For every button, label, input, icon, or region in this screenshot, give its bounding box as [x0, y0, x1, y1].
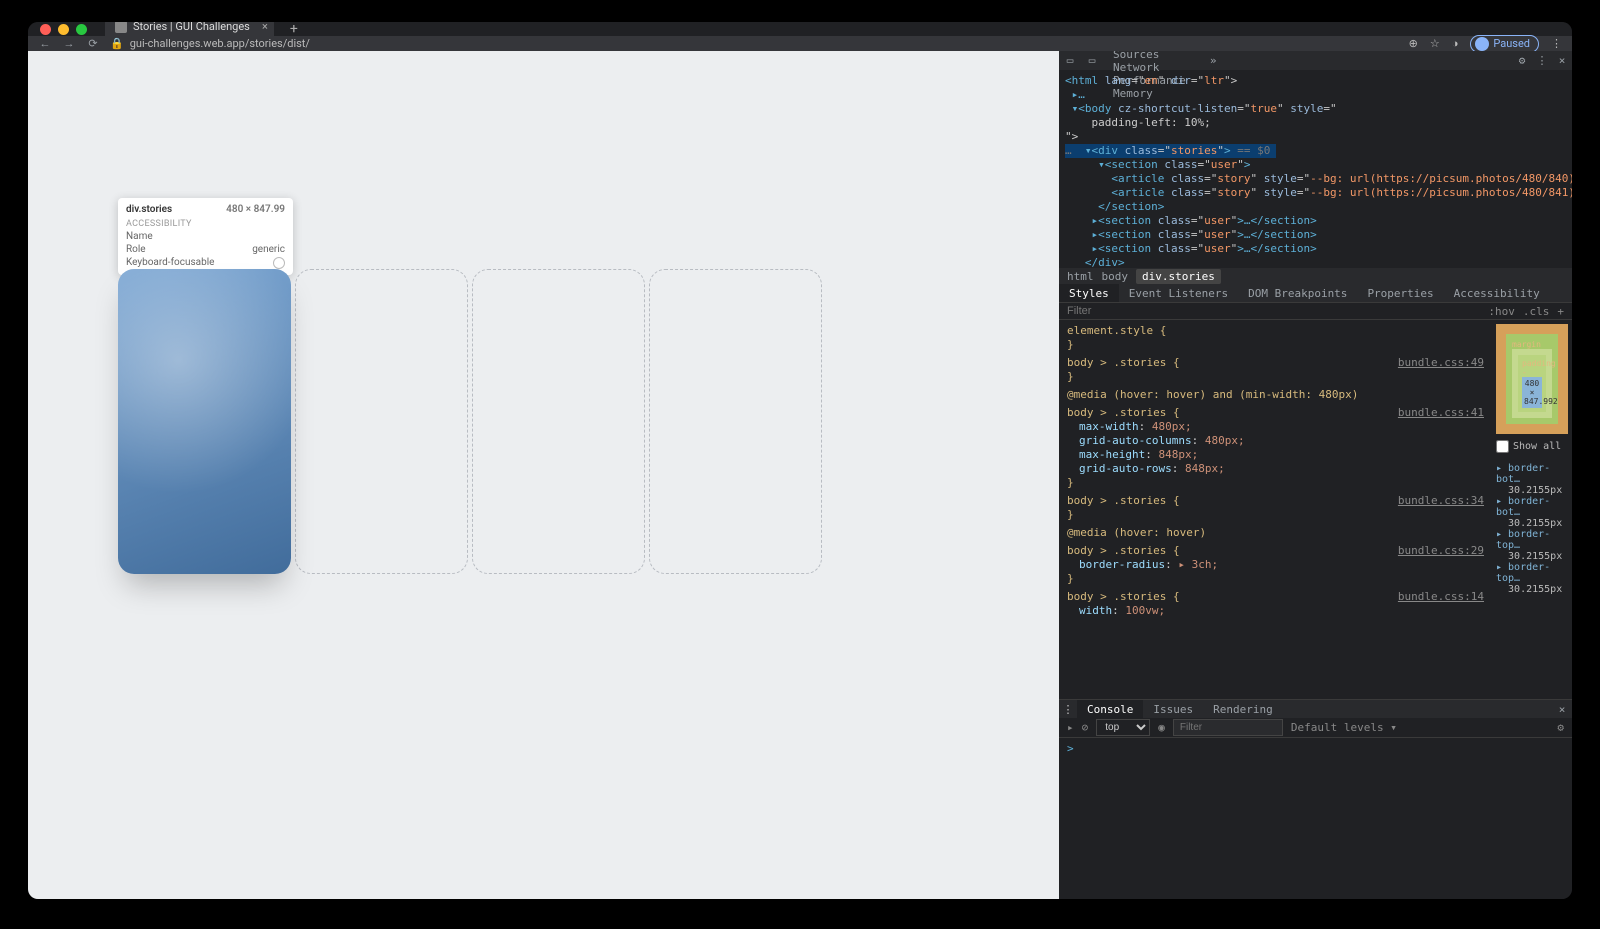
kebab-icon[interactable]: ⋮: [1532, 54, 1552, 67]
devtools-tabbar: ▭ ▭ ElementsConsoleSourcesNetworkPerform…: [1059, 51, 1572, 70]
styles-tab-accessibility[interactable]: Accessibility: [1444, 284, 1550, 302]
tooltip-section: ACCESSIBILITY: [126, 219, 285, 229]
menu-icon[interactable]: ⋮: [1551, 37, 1562, 50]
log-levels[interactable]: Default levels ▾: [1291, 721, 1397, 734]
styles-tabbar: StylesEvent ListenersDOM BreakpointsProp…: [1059, 284, 1572, 302]
minimize-window-icon[interactable]: [58, 24, 69, 35]
clear-console-icon[interactable]: ⊘: [1082, 721, 1089, 734]
close-tab-icon[interactable]: ×: [262, 22, 268, 33]
toolbar: ← → ⟳ 🔒 gui-challenges.web.app/stories/d…: [28, 36, 1572, 51]
crumb-selected[interactable]: div.stories: [1136, 269, 1221, 284]
browser-window: Stories | GUI Challenges × + ← → ⟳ 🔒 gui…: [28, 22, 1572, 899]
tab-strip: Stories | GUI Challenges × +: [28, 22, 1572, 36]
element-tooltip: div.stories 480 × 847.99 ACCESSIBILITY N…: [118, 198, 293, 275]
device-toolbar-icon[interactable]: ▭: [1081, 54, 1103, 67]
styles-tab-event-listeners[interactable]: Event Listeners: [1119, 284, 1238, 302]
breadcrumb[interactable]: html body div.stories: [1059, 268, 1572, 284]
drawer-tab-rendering[interactable]: Rendering: [1203, 700, 1283, 718]
tooltip-kf-label: Keyboard-focusable: [126, 257, 214, 269]
window-controls: [40, 24, 87, 35]
tab-title: Stories | GUI Challenges: [133, 22, 250, 33]
back-button[interactable]: ←: [38, 37, 52, 50]
hov-toggle[interactable]: :hov: [1488, 305, 1515, 318]
add-rule-icon[interactable]: +: [1557, 305, 1564, 318]
devtools-tab-sources[interactable]: Sources: [1103, 51, 1196, 61]
styles-filter-input[interactable]: [1067, 305, 1480, 317]
story-card[interactable]: [472, 269, 645, 574]
forward-button[interactable]: →: [62, 37, 76, 50]
close-devtools-icon[interactable]: ×: [1552, 54, 1572, 67]
cls-toggle[interactable]: .cls: [1523, 305, 1550, 318]
console-settings-icon[interactable]: ⚙: [1557, 721, 1564, 734]
drawer-tab-console[interactable]: Console: [1077, 700, 1143, 718]
story-card-highlighted[interactable]: [118, 269, 291, 574]
favicon-icon: [115, 22, 127, 33]
extension-icon[interactable]: ◑: [1452, 37, 1459, 50]
story-card[interactable]: [649, 269, 822, 574]
close-drawer-icon[interactable]: ×: [1552, 703, 1572, 716]
new-tab-button[interactable]: +: [290, 22, 298, 37]
sidebar-toggle-icon[interactable]: ▸: [1067, 721, 1074, 734]
reload-button[interactable]: ⟳: [86, 37, 100, 50]
maximize-window-icon[interactable]: [76, 24, 87, 35]
search-icon[interactable]: ⊕: [1409, 37, 1418, 50]
computed-pane: margin padding - 480 × 847.992 Show all …: [1492, 320, 1572, 699]
lock-icon: 🔒: [110, 37, 124, 50]
styles-tab-styles[interactable]: Styles: [1059, 284, 1119, 302]
styles-tab-dom-breakpoints[interactable]: DOM Breakpoints: [1238, 284, 1357, 302]
crumb[interactable]: html: [1067, 270, 1094, 283]
drawer-tab-issues[interactable]: Issues: [1143, 700, 1203, 718]
eye-icon[interactable]: ◉: [1158, 721, 1165, 734]
more-tabs-icon[interactable]: »: [1200, 51, 1227, 70]
inspect-element-icon[interactable]: ▭: [1059, 54, 1081, 67]
console-drawer: ⋮ ConsoleIssuesRendering × ▸ ⊘ top ◉ Defa…: [1059, 699, 1572, 899]
page-viewport: div.stories 480 × 847.99 ACCESSIBILITY N…: [28, 51, 1059, 899]
console-filter-input[interactable]: [1173, 719, 1283, 736]
drawer-menu-icon[interactable]: ⋮: [1059, 703, 1077, 716]
tooltip-dims: 480 × 847.99: [226, 204, 285, 215]
style-rules[interactable]: element.style {}bundle.css:49body > .sto…: [1059, 320, 1492, 699]
url-text: gui-challenges.web.app/stories/dist/: [130, 37, 310, 50]
browser-tab[interactable]: Stories | GUI Challenges ×: [105, 22, 274, 36]
devtools-panel: ▭ ▭ ElementsConsoleSourcesNetworkPerform…: [1059, 51, 1572, 899]
context-select[interactable]: top: [1096, 719, 1150, 736]
settings-icon[interactable]: ⚙: [1512, 54, 1532, 67]
profile-chip[interactable]: Paused: [1470, 35, 1539, 53]
show-all-toggle[interactable]: Show all: [1496, 440, 1568, 453]
box-model[interactable]: margin padding - 480 × 847.992: [1496, 324, 1568, 434]
tooltip-kf-badge: [273, 257, 285, 269]
console-toolbar: ▸ ⊘ top ◉ Default levels ▾ ⚙: [1059, 718, 1572, 738]
bookmark-icon[interactable]: ☆: [1430, 37, 1440, 50]
stories-container: [118, 269, 822, 574]
elements-tree[interactable]: <html lang="en" dir="ltr"> ▸… ▾<body cz-…: [1059, 70, 1572, 268]
show-all-checkbox[interactable]: [1496, 440, 1509, 453]
story-card[interactable]: [295, 269, 468, 574]
address-bar[interactable]: 🔒 gui-challenges.web.app/stories/dist/: [110, 37, 1399, 50]
profile-label: Paused: [1493, 37, 1530, 50]
crumb[interactable]: body: [1102, 270, 1129, 283]
drawer-tabbar: ⋮ ConsoleIssuesRendering ×: [1059, 700, 1572, 718]
console-body[interactable]: >: [1059, 738, 1572, 899]
close-window-icon[interactable]: [40, 24, 51, 35]
tooltip-name-label: Name: [126, 231, 153, 242]
tooltip-role-label: Role: [126, 244, 146, 255]
tooltip-role-value: generic: [252, 244, 285, 255]
styles-filterbar: :hov .cls +: [1059, 302, 1572, 320]
console-prompt: >: [1067, 742, 1074, 755]
styles-tab-properties[interactable]: Properties: [1357, 284, 1443, 302]
avatar-icon: [1475, 37, 1489, 51]
tooltip-selector: div.stories: [126, 204, 172, 215]
